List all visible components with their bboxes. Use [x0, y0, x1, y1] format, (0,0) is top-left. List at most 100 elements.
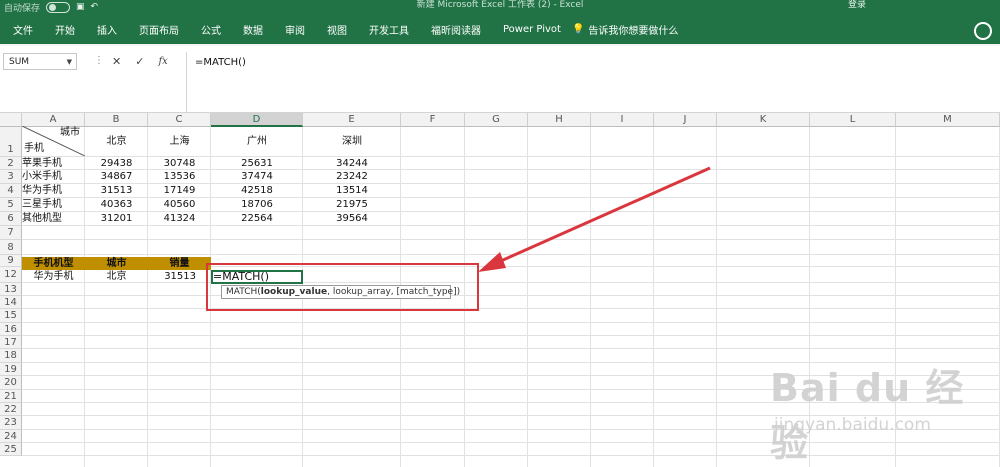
chevron-down-icon[interactable]: ▼ — [67, 54, 72, 71]
row-header-18[interactable]: 18 — [0, 349, 22, 363]
row-header-6[interactable]: 6 — [0, 212, 22, 226]
phone-model-cell: 小米手机 — [22, 171, 62, 182]
row-header-2[interactable]: 2 — [0, 157, 22, 170]
column-header-f[interactable]: F — [401, 113, 465, 127]
phone-model-cell: 其他机型 — [22, 213, 62, 224]
sales-cell: 34867 — [100, 171, 133, 182]
row-header-7[interactable]: 7 — [0, 226, 22, 240]
gridline — [22, 295, 1000, 296]
row-header-15[interactable]: 15 — [0, 309, 22, 323]
tab-9[interactable]: 开发工具 — [358, 22, 420, 37]
row-header-12[interactable]: 12 — [0, 267, 22, 283]
enter-icon[interactable]: ✓ — [135, 55, 144, 68]
row-header-3[interactable]: 3 — [0, 170, 22, 184]
city-header: 上海 — [169, 136, 190, 147]
lookup-header: 城市 — [106, 258, 127, 269]
column-header-c[interactable]: C — [148, 113, 211, 127]
city-header: 深圳 — [342, 136, 362, 147]
cancel-icon[interactable]: ✕ — [112, 55, 121, 68]
tab-3[interactable]: 插入 — [86, 22, 128, 37]
sales-cell: 23242 — [336, 171, 368, 182]
phone-model-cell: 苹果手机 — [22, 158, 62, 169]
tab-6[interactable]: 数据 — [232, 22, 274, 37]
baidu-watermark: Bai du 经验 jingyan.baidu.com — [770, 357, 1000, 467]
sales-cell: 37474 — [241, 171, 273, 182]
tab-11[interactable]: Power Pivot — [492, 24, 572, 35]
row-header-17[interactable]: 17 — [0, 336, 22, 349]
row-header-13[interactable]: 13 — [0, 283, 22, 296]
sales-cell: 39564 — [336, 213, 368, 224]
lookup-model-cell: 华为手机 — [33, 271, 74, 282]
row-header-19[interactable]: 19 — [0, 363, 22, 376]
sales-cell: 30748 — [163, 158, 196, 169]
row-header-25[interactable]: 25 — [0, 443, 22, 456]
column-header-m[interactable]: M — [896, 113, 1000, 127]
tell-me-label: 告诉我你想要做什么 — [588, 25, 679, 37]
tab-4[interactable]: 页面布局 — [128, 22, 190, 37]
row-header-23[interactable]: 23 — [0, 416, 22, 430]
lightbulb-icon: 💡 — [571, 23, 585, 35]
column-header-e[interactable]: E — [303, 113, 401, 127]
login-link[interactable]: 登录 — [848, 0, 866, 10]
insert-function-icon[interactable]: fx — [158, 56, 167, 67]
row-header-9[interactable]: 9 — [0, 255, 22, 267]
gridline — [22, 308, 1000, 309]
tab-2[interactable]: 开始 — [44, 22, 86, 37]
row-header-1[interactable]: 1 — [0, 127, 22, 157]
column-header-h[interactable]: H — [528, 113, 591, 127]
sales-cell: 13536 — [163, 171, 196, 182]
row-header-16[interactable]: 16 — [0, 323, 22, 336]
tell-me-search[interactable]: 💡 告诉我你想要做什么 — [572, 22, 678, 37]
column-header-g[interactable]: G — [465, 113, 528, 127]
column-header-k[interactable]: K — [717, 113, 810, 127]
formula-bar-grip: ⋮ — [94, 55, 104, 66]
sales-cell: 42518 — [241, 185, 273, 196]
row-header-22[interactable]: 22 — [0, 403, 22, 416]
column-header-j[interactable]: J — [654, 113, 717, 127]
sales-cell: 29438 — [100, 158, 133, 169]
tab-10[interactable]: 福昕阅读器 — [420, 22, 492, 37]
tab-5[interactable]: 公式 — [190, 22, 232, 37]
select-all-corner[interactable] — [0, 113, 22, 127]
row-header-14[interactable]: 14 — [0, 296, 22, 309]
tab-8[interactable]: 视图 — [316, 22, 358, 37]
column-header-i[interactable]: I — [591, 113, 654, 127]
tab-7[interactable]: 审阅 — [274, 22, 316, 37]
gridline — [22, 322, 1000, 323]
sales-cell: 22564 — [241, 213, 273, 224]
row-header-4[interactable]: 4 — [0, 184, 22, 198]
row-header-20[interactable]: 20 — [0, 376, 22, 390]
sales-cell: 18706 — [241, 199, 273, 210]
city-header: 北京 — [106, 136, 127, 147]
column-header-b[interactable]: B — [85, 113, 148, 127]
gridline — [22, 156, 1000, 157]
column-header-l[interactable]: L — [810, 113, 896, 127]
sales-cell: 13514 — [336, 185, 368, 196]
diagonal-divider — [22, 126, 85, 156]
column-header-a[interactable]: A — [22, 113, 85, 127]
lookup-city-cell: 北京 — [106, 271, 127, 282]
row-header-5[interactable]: 5 — [0, 198, 22, 212]
gridline — [22, 348, 1000, 349]
watermark-url: jingyan.baidu.com — [774, 415, 931, 435]
row-header-24[interactable]: 24 — [0, 430, 22, 443]
sales-cell: 31201 — [100, 213, 133, 224]
phone-model-cell: 三星手机 — [22, 199, 62, 210]
column-header-d[interactable]: D — [211, 113, 303, 127]
formula-bar: SUM ▼ ⋮ ✕ ✓ fx =MATCH() — [0, 46, 1000, 113]
row-header-8[interactable]: 8 — [0, 240, 22, 255]
sales-cell: 21975 — [336, 199, 368, 210]
gridline — [22, 335, 1000, 336]
sales-cell: 17149 — [163, 185, 196, 196]
baidu-logo: Bai du 经验 — [770, 366, 965, 465]
name-box[interactable]: SUM ▼ — [3, 53, 77, 70]
formula-input[interactable]: =MATCH() — [186, 52, 1000, 112]
ribbon-tabs: 文件 开始 插入 页面布局 公式 数据 审阅 视图 开发工具 福昕阅读器 Power Pivot 💡… — [0, 14, 1000, 44]
sales-cell: 40363 — [100, 199, 133, 210]
sales-cell: 25631 — [241, 158, 273, 169]
annotation-arrow — [478, 166, 711, 272]
share-icon[interactable] — [974, 22, 992, 40]
formula-buttons: ✕ ✓ fx — [104, 53, 184, 70]
row-header-21[interactable]: 21 — [0, 390, 22, 403]
tab-1[interactable]: 文件 — [0, 22, 44, 37]
